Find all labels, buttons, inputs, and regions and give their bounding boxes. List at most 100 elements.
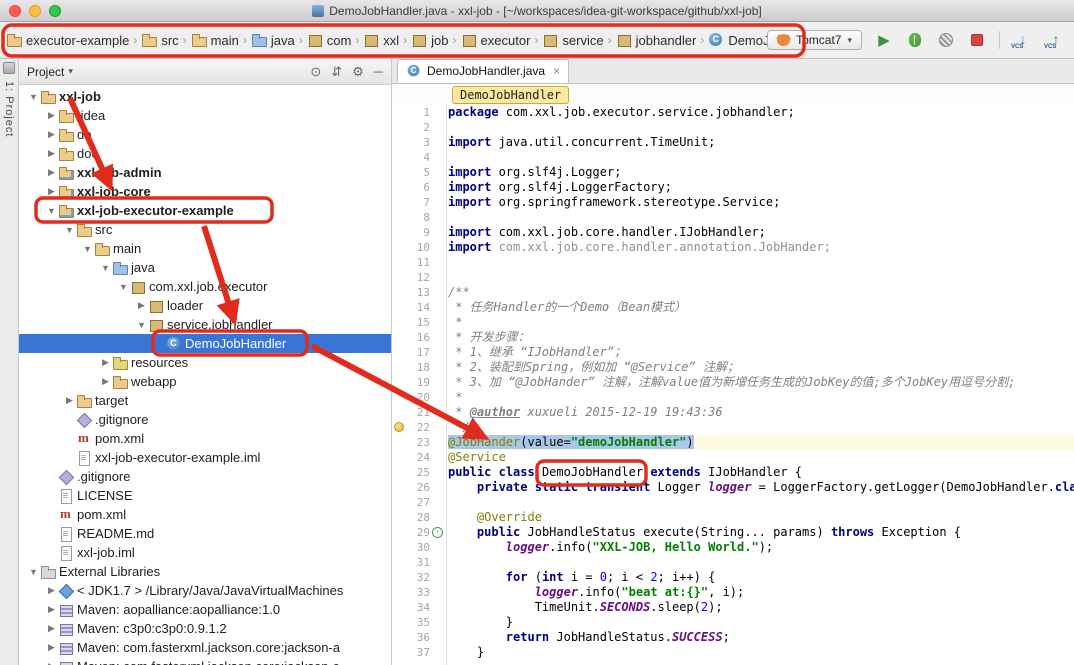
tree-toggle-icon[interactable]: ▶ [45, 110, 58, 121]
code-area[interactable]: 1234567891011121314151617181920212223242… [392, 105, 1074, 665]
tree-toggle-icon[interactable]: ▼ [63, 225, 76, 235]
run-config-select[interactable]: Tomcat7 ▾ [767, 30, 862, 50]
line-number[interactable]: 34 [392, 600, 446, 615]
line-number[interactable]: 20 [392, 390, 446, 405]
vcs-commit-button[interactable]: ↑ VCS [1046, 31, 1066, 49]
tree-item[interactable]: ▶webapp [19, 372, 391, 391]
overriding-method-icon[interactable]: ↑ [432, 527, 443, 538]
tree-item[interactable]: ▶< JDK1.7 > /Library/Java/JavaVirtualMac… [19, 581, 391, 600]
code-line[interactable] [448, 495, 1074, 510]
code-line[interactable]: import com.xxl.job.core.handler.IJobHand… [448, 225, 1074, 240]
line-number[interactable]: 5 [392, 165, 446, 180]
tree-toggle-icon[interactable]: ▶ [45, 129, 58, 140]
line-number[interactable]: 33 [392, 585, 446, 600]
code-line[interactable] [448, 255, 1074, 270]
line-number[interactable]: 6 [392, 180, 446, 195]
line-number[interactable]: 12 [392, 270, 446, 285]
breadcrumb-item[interactable]: service [540, 30, 605, 50]
code-line[interactable]: /** [448, 285, 1074, 300]
line-number[interactable]: 7 [392, 195, 446, 210]
line-number[interactable]: 26 [392, 480, 446, 495]
tree-item[interactable]: ▶.idea [19, 106, 391, 125]
code-line[interactable]: public JobHandleStatus execute(String...… [448, 525, 1074, 540]
tree-item[interactable]: ▶xxl-job-core [19, 182, 391, 201]
tree-item[interactable]: README.md [19, 524, 391, 543]
tree-item[interactable]: pom.xml [19, 429, 391, 448]
breadcrumb-item[interactable]: job [409, 30, 450, 50]
tree-item[interactable]: ▼src [19, 220, 391, 239]
minimize-window-button[interactable] [29, 5, 41, 17]
code-line[interactable]: * 2、装配到Spring，例如加 “@Service” 注解； [448, 360, 1074, 375]
breadcrumb-item[interactable]: main [189, 30, 241, 50]
line-number[interactable]: 3 [392, 135, 446, 150]
tree-item[interactable]: .gitignore [19, 410, 391, 429]
tree-item[interactable]: xxl-job-executor-example.iml [19, 448, 391, 467]
code-line[interactable]: } [448, 615, 1074, 630]
code-line[interactable]: logger.info("XXL-JOB, Hello World."); [448, 540, 1074, 555]
tree-item[interactable]: ▼java [19, 258, 391, 277]
breadcrumb-item[interactable]: DemoJobHandler [706, 30, 767, 50]
code-line[interactable] [448, 120, 1074, 135]
tree-item[interactable]: DemoJobHandler [19, 334, 391, 353]
breadcrumb-item[interactable]: src [139, 30, 180, 50]
tree-toggle-icon[interactable]: ▼ [27, 567, 40, 577]
breadcrumb-item[interactable]: executor [459, 30, 533, 50]
tree-item[interactable]: .gitignore [19, 467, 391, 486]
tree-item[interactable]: xxl-job.iml [19, 543, 391, 562]
code-line[interactable]: TimeUnit.SECONDS.sleep(2); [448, 600, 1074, 615]
line-number[interactable]: 28 [392, 510, 446, 525]
tree-item[interactable]: ▼xxl-job-executor-example [19, 201, 391, 220]
line-number[interactable]: 18 [392, 360, 446, 375]
tree-toggle-icon[interactable]: ▼ [81, 244, 94, 254]
tree-item[interactable]: ▶Maven: c3p0:c3p0:0.9.1.2 [19, 619, 391, 638]
coverage-button[interactable] [937, 31, 955, 49]
line-number[interactable]: 15 [392, 315, 446, 330]
code-line[interactable] [448, 150, 1074, 165]
line-number[interactable]: 8 [392, 210, 446, 225]
tree-toggle-icon[interactable]: ▶ [45, 604, 58, 615]
code-column[interactable]: package com.xxl.job.executor.service.job… [448, 105, 1074, 660]
tree-toggle-icon[interactable]: ▶ [45, 585, 58, 596]
tree-item[interactable]: ▼service.jobhandler [19, 315, 391, 334]
code-line[interactable]: return JobHandleStatus.SUCCESS; [448, 630, 1074, 645]
tree-toggle-icon[interactable]: ▶ [99, 376, 112, 387]
tree-toggle-icon[interactable]: ▶ [45, 167, 58, 178]
code-line[interactable]: public class DemoJobHandler extends IJob… [448, 465, 1074, 480]
line-number[interactable]: 37 [392, 645, 446, 660]
editor-gutter[interactable]: 1234567891011121314151617181920212223242… [392, 105, 447, 665]
code-line[interactable]: * 3、加 “@JobHander” 注解，注解value值为新增任务生成的Jo… [448, 375, 1074, 390]
breadcrumb-item[interactable]: executor-example [4, 30, 131, 50]
settings-gear-icon[interactable]: ⚙ [352, 64, 364, 80]
breadcrumb-item[interactable]: java [249, 30, 297, 50]
tree-item[interactable]: LICENSE [19, 486, 391, 505]
hide-panel-icon[interactable]: ─ [374, 64, 383, 80]
breadcrumb-item[interactable]: jobhandler [614, 30, 699, 50]
debug-button[interactable] [906, 31, 924, 49]
tree-item[interactable]: ▶target [19, 391, 391, 410]
intention-bulb-icon[interactable] [394, 422, 404, 432]
code-line[interactable]: import org.springframework.stereotype.Se… [448, 195, 1074, 210]
line-number[interactable]: 2 [392, 120, 446, 135]
tree-item[interactable]: ▶Maven: aopalliance:aopalliance:1.0 [19, 600, 391, 619]
tree-item[interactable]: ▼com.xxl.job.executor [19, 277, 391, 296]
breadcrumb-item[interactable]: com [305, 30, 354, 50]
close-window-button[interactable] [9, 5, 21, 17]
zoom-window-button[interactable] [49, 5, 61, 17]
line-number[interactable]: 31 [392, 555, 446, 570]
project-panel-title[interactable]: Project [27, 65, 64, 79]
code-line[interactable]: logger.info("beat at:{}", i); [448, 585, 1074, 600]
code-line[interactable]: @Override [448, 510, 1074, 525]
tree-item[interactable]: ▶Maven: com.fasterxml.jackson.core:jacks… [19, 657, 391, 665]
tree-toggle-icon[interactable]: ▶ [135, 300, 148, 311]
tree-item[interactable]: ▶Maven: com.fasterxml.jackson.core:jacks… [19, 638, 391, 657]
tree-toggle-icon[interactable]: ▶ [45, 661, 58, 665]
line-number[interactable]: 10 [392, 240, 446, 255]
code-line[interactable]: * 任务Handler的一个Demo（Bean模式） [448, 300, 1074, 315]
code-line[interactable]: */ [448, 420, 1074, 435]
code-line[interactable]: import com.xxl.job.core.handler.annotati… [448, 240, 1074, 255]
code-line[interactable]: for (int i = 0; i < 2; i++) { [448, 570, 1074, 585]
code-line[interactable]: package com.xxl.job.executor.service.job… [448, 105, 1074, 120]
tree-item[interactable]: pom.xml [19, 505, 391, 524]
line-number[interactable]: 32 [392, 570, 446, 585]
tree-toggle-icon[interactable]: ▼ [117, 282, 130, 292]
